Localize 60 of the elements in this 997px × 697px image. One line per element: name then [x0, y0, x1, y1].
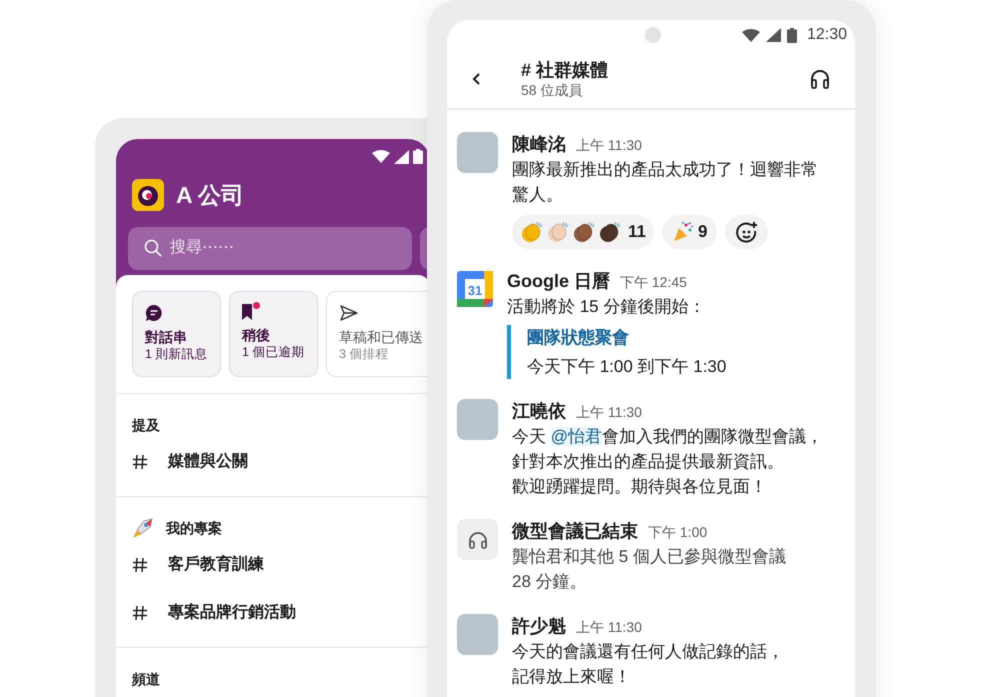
message-text: 活動將於 15 分鐘後開始：: [507, 296, 706, 318]
chat-bubble-icon: [145, 304, 163, 322]
message-time: 上午 11:30: [576, 403, 642, 422]
user-mention-link[interactable]: @怡君: [550, 427, 602, 446]
hash-icon: [132, 454, 148, 470]
message-time: 下午 1:00: [648, 523, 708, 542]
sender-name: 許少魁: [512, 615, 566, 638]
headphones-icon: [468, 530, 488, 548]
send-icon: [339, 304, 359, 322]
reaction-button[interactable]: 9: [662, 215, 718, 249]
message-text: 團隊最新推出的產品太成功了！迴響非常 驚人。: [512, 159, 818, 206]
message-text: 今天的會議還有任何人做記錄的話， 記得放上來喔！: [512, 641, 784, 688]
sender-name: 陳峰洺: [512, 133, 566, 156]
reaction-button[interactable]: 11: [512, 215, 654, 249]
calendar-app-icon: 31: [457, 271, 493, 307]
member-count: 58 位成員: [521, 82, 584, 99]
bookmark-icon: [242, 304, 252, 320]
message-time: 下午 12:45: [620, 273, 687, 292]
rocket-icon: [132, 517, 154, 539]
add-reaction-button[interactable]: [725, 215, 768, 249]
headphones-icon[interactable]: [809, 68, 831, 90]
message-time: 上午 11:30: [576, 136, 642, 155]
shortcut-card[interactable]: 草稿和已傳送 3 個排程: [326, 291, 430, 377]
smiley-plus-icon: [736, 221, 758, 243]
event-title-link[interactable]: 團隊狀態聚會: [527, 325, 726, 350]
message-text: 今天 @怡君會加入我們的團隊微型會議， 針對本次推出的產品提供最新資訊。 歡迎踴躍提問。期待與各位見面！: [512, 426, 823, 498]
section-header: 頻道: [132, 670, 160, 689]
sender-name: Google 日曆: [507, 270, 610, 293]
event-time: 今天下午 1:00 到下午 1:30: [527, 356, 726, 378]
signal-icon: [394, 150, 409, 164]
party-popper-icon: [672, 221, 694, 243]
hash-icon: [132, 605, 148, 621]
section-header: 提及: [132, 416, 160, 434]
wifi-icon: [372, 150, 390, 163]
workspace-name: A 公司: [176, 181, 244, 210]
back-icon[interactable]: [471, 72, 481, 86]
message-text: 龔怡君和其他 5 個人已參與微型會議 28 分鐘。: [512, 546, 786, 593]
channel-item[interactable]: 媒體與公關: [132, 440, 414, 484]
status-time: 12:30: [806, 25, 847, 45]
signal-icon: [766, 28, 781, 42]
search-field[interactable]: 搜尋⋯⋯: [128, 226, 412, 270]
shortcut-card[interactable]: 對話串 1 則新訊息: [132, 291, 221, 377]
avatar-photo-placeholder: [457, 132, 498, 173]
hash-icon: [132, 557, 148, 573]
workspace-logo: [132, 179, 164, 212]
message-time: 上午 11:30: [576, 618, 642, 637]
sender-name: 江曉依: [512, 400, 566, 423]
battery-icon: [413, 149, 423, 164]
sender-name: 微型會議已結束: [512, 520, 638, 543]
search-icon: [144, 239, 162, 257]
wifi-icon: [742, 28, 760, 42]
avatar-photo-placeholder: [457, 614, 498, 655]
battery-icon: [786, 28, 797, 42]
search-input[interactable]: 搜尋⋯⋯: [170, 236, 370, 260]
channel-title: # 社群媒體: [521, 59, 608, 82]
avatar-photo-placeholder: [457, 399, 498, 440]
channel-item[interactable]: 客戶教育訓練: [132, 543, 414, 587]
section-header: 我的專案: [166, 518, 222, 538]
shortcut-card[interactable]: 稍後 1 個已逾期: [229, 291, 318, 377]
channel-item[interactable]: 專案品牌行銷活動: [132, 591, 414, 635]
